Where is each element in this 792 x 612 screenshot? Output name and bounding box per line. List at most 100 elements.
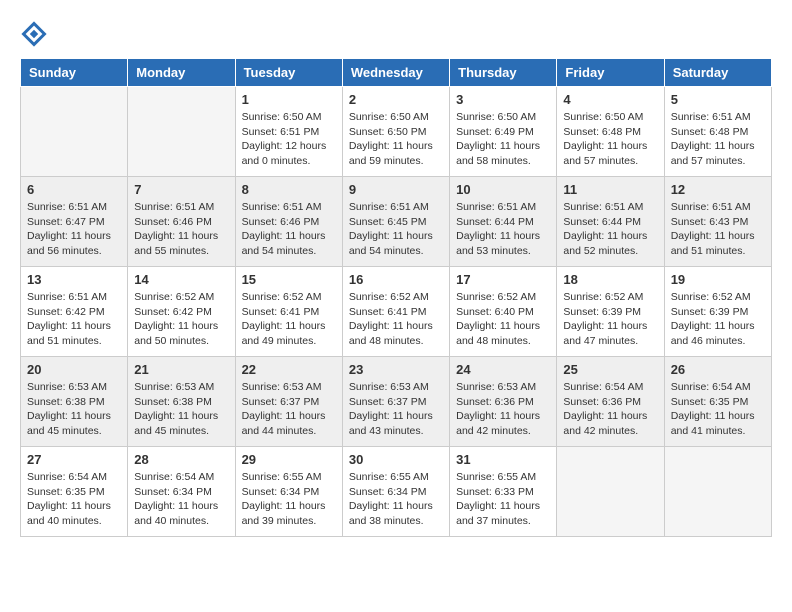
day-info: Sunrise: 6:53 AM Sunset: 6:38 PM Dayligh… <box>27 380 121 439</box>
page-header <box>20 20 772 48</box>
day-info: Sunrise: 6:52 AM Sunset: 6:39 PM Dayligh… <box>671 290 765 349</box>
calendar-day-cell: 20 Sunrise: 6:53 AM Sunset: 6:38 PM Dayli… <box>21 357 128 447</box>
day-info: Sunrise: 6:52 AM Sunset: 6:40 PM Dayligh… <box>456 290 550 349</box>
calendar-day-cell: 2 Sunrise: 6:50 AM Sunset: 6:50 PM Daylig… <box>342 87 449 177</box>
calendar-day-cell: 8 Sunrise: 6:51 AM Sunset: 6:46 PM Daylig… <box>235 177 342 267</box>
day-number: 28 <box>134 452 228 467</box>
calendar-week-row: 1Sunrise: 6:50 AM Sunset: 6:51 PM Daylig… <box>21 87 772 177</box>
calendar-day-cell: 28 Sunrise: 6:54 AM Sunset: 6:34 PM Dayli… <box>128 447 235 537</box>
day-number: 18 <box>563 272 657 287</box>
calendar-day-cell: 26 Sunrise: 6:54 AM Sunset: 6:35 PM Dayli… <box>664 357 771 447</box>
calendar-empty-cell <box>128 87 235 177</box>
day-number: 9 <box>349 182 443 197</box>
day-info: Sunrise: 6:53 AM Sunset: 6:38 PM Dayligh… <box>134 380 228 439</box>
calendar-table: SundayMondayTuesdayWednesdayThursdayFrid… <box>20 58 772 537</box>
day-number: 21 <box>134 362 228 377</box>
day-number: 3 <box>456 92 550 107</box>
day-number: 7 <box>134 182 228 197</box>
calendar-empty-cell <box>21 87 128 177</box>
calendar-day-cell: 10 Sunrise: 6:51 AM Sunset: 6:44 PM Dayli… <box>450 177 557 267</box>
day-number: 11 <box>563 182 657 197</box>
calendar-day-cell: 5 Sunrise: 6:51 AM Sunset: 6:48 PM Daylig… <box>664 87 771 177</box>
calendar-day-cell: 18 Sunrise: 6:52 AM Sunset: 6:39 PM Dayli… <box>557 267 664 357</box>
day-of-week-header: Saturday <box>664 59 771 87</box>
day-number: 6 <box>27 182 121 197</box>
logo-icon <box>20 20 48 48</box>
calendar-day-cell: 14 Sunrise: 6:52 AM Sunset: 6:42 PM Dayli… <box>128 267 235 357</box>
calendar-day-cell: 12 Sunrise: 6:51 AM Sunset: 6:43 PM Dayli… <box>664 177 771 267</box>
day-info: Sunrise: 6:51 AM Sunset: 6:48 PM Dayligh… <box>671 110 765 169</box>
day-number: 25 <box>563 362 657 377</box>
day-info: Sunrise: 6:52 AM Sunset: 6:39 PM Dayligh… <box>563 290 657 349</box>
day-of-week-header: Thursday <box>450 59 557 87</box>
day-number: 19 <box>671 272 765 287</box>
calendar-day-cell: 30 Sunrise: 6:55 AM Sunset: 6:34 PM Dayli… <box>342 447 449 537</box>
calendar-day-cell: 7 Sunrise: 6:51 AM Sunset: 6:46 PM Daylig… <box>128 177 235 267</box>
calendar-day-cell: 21 Sunrise: 6:53 AM Sunset: 6:38 PM Dayli… <box>128 357 235 447</box>
day-info: Sunrise: 6:52 AM Sunset: 6:42 PM Dayligh… <box>134 290 228 349</box>
day-of-week-header: Friday <box>557 59 664 87</box>
day-number: 12 <box>671 182 765 197</box>
day-info: Sunrise: 6:54 AM Sunset: 6:35 PM Dayligh… <box>671 380 765 439</box>
day-info: Sunrise: 6:55 AM Sunset: 6:34 PM Dayligh… <box>242 470 336 529</box>
calendar-day-cell: 9 Sunrise: 6:51 AM Sunset: 6:45 PM Daylig… <box>342 177 449 267</box>
logo <box>20 20 52 48</box>
day-number: 15 <box>242 272 336 287</box>
day-number: 8 <box>242 182 336 197</box>
calendar-day-cell: 6 Sunrise: 6:51 AM Sunset: 6:47 PM Daylig… <box>21 177 128 267</box>
day-info: Sunrise: 6:51 AM Sunset: 6:46 PM Dayligh… <box>134 200 228 259</box>
calendar-empty-cell <box>664 447 771 537</box>
calendar-day-cell: 1Sunrise: 6:50 AM Sunset: 6:51 PM Daylig… <box>235 87 342 177</box>
calendar-day-cell: 31 Sunrise: 6:55 AM Sunset: 6:33 PM Dayli… <box>450 447 557 537</box>
calendar-day-cell: 29 Sunrise: 6:55 AM Sunset: 6:34 PM Dayli… <box>235 447 342 537</box>
day-of-week-header: Tuesday <box>235 59 342 87</box>
day-number: 30 <box>349 452 443 467</box>
day-number: 2 <box>349 92 443 107</box>
day-number: 17 <box>456 272 550 287</box>
day-number: 20 <box>27 362 121 377</box>
day-info: Sunrise: 6:50 AM Sunset: 6:48 PM Dayligh… <box>563 110 657 169</box>
day-info: Sunrise: 6:52 AM Sunset: 6:41 PM Dayligh… <box>349 290 443 349</box>
day-number: 14 <box>134 272 228 287</box>
day-info: Sunrise: 6:51 AM Sunset: 6:42 PM Dayligh… <box>27 290 121 349</box>
day-number: 4 <box>563 92 657 107</box>
calendar-day-cell: 19 Sunrise: 6:52 AM Sunset: 6:39 PM Dayli… <box>664 267 771 357</box>
day-number: 5 <box>671 92 765 107</box>
calendar-day-cell: 22 Sunrise: 6:53 AM Sunset: 6:37 PM Dayli… <box>235 357 342 447</box>
day-header-row: SundayMondayTuesdayWednesdayThursdayFrid… <box>21 59 772 87</box>
calendar-day-cell: 13Sunrise: 6:51 AM Sunset: 6:42 PM Dayli… <box>21 267 128 357</box>
calendar-week-row: 13Sunrise: 6:51 AM Sunset: 6:42 PM Dayli… <box>21 267 772 357</box>
day-number: 1 <box>242 92 336 107</box>
day-number: 10 <box>456 182 550 197</box>
day-info: Sunrise: 6:52 AM Sunset: 6:41 PM Dayligh… <box>242 290 336 349</box>
day-number: 22 <box>242 362 336 377</box>
calendar-empty-cell <box>557 447 664 537</box>
day-info: Sunrise: 6:51 AM Sunset: 6:44 PM Dayligh… <box>563 200 657 259</box>
day-info: Sunrise: 6:50 AM Sunset: 6:50 PM Dayligh… <box>349 110 443 169</box>
calendar-day-cell: 16 Sunrise: 6:52 AM Sunset: 6:41 PM Dayli… <box>342 267 449 357</box>
calendar-day-cell: 24Sunrise: 6:53 AM Sunset: 6:36 PM Dayli… <box>450 357 557 447</box>
day-info: Sunrise: 6:51 AM Sunset: 6:45 PM Dayligh… <box>349 200 443 259</box>
day-info: Sunrise: 6:53 AM Sunset: 6:37 PM Dayligh… <box>349 380 443 439</box>
day-number: 23 <box>349 362 443 377</box>
day-number: 31 <box>456 452 550 467</box>
day-info: Sunrise: 6:51 AM Sunset: 6:43 PM Dayligh… <box>671 200 765 259</box>
day-info: Sunrise: 6:51 AM Sunset: 6:47 PM Dayligh… <box>27 200 121 259</box>
day-info: Sunrise: 6:51 AM Sunset: 6:46 PM Dayligh… <box>242 200 336 259</box>
day-info: Sunrise: 6:53 AM Sunset: 6:36 PM Dayligh… <box>456 380 550 439</box>
day-info: Sunrise: 6:50 AM Sunset: 6:49 PM Dayligh… <box>456 110 550 169</box>
calendar-day-cell: 23 Sunrise: 6:53 AM Sunset: 6:37 PM Dayli… <box>342 357 449 447</box>
calendar-day-cell: 27Sunrise: 6:54 AM Sunset: 6:35 PM Dayli… <box>21 447 128 537</box>
calendar-day-cell: 17 Sunrise: 6:52 AM Sunset: 6:40 PM Dayli… <box>450 267 557 357</box>
calendar-day-cell: 25Sunrise: 6:54 AM Sunset: 6:36 PM Dayli… <box>557 357 664 447</box>
day-number: 29 <box>242 452 336 467</box>
day-number: 16 <box>349 272 443 287</box>
calendar-week-row: 20 Sunrise: 6:53 AM Sunset: 6:38 PM Dayli… <box>21 357 772 447</box>
day-info: Sunrise: 6:53 AM Sunset: 6:37 PM Dayligh… <box>242 380 336 439</box>
day-info: Sunrise: 6:55 AM Sunset: 6:33 PM Dayligh… <box>456 470 550 529</box>
day-info: Sunrise: 6:54 AM Sunset: 6:34 PM Dayligh… <box>134 470 228 529</box>
day-info: Sunrise: 6:55 AM Sunset: 6:34 PM Dayligh… <box>349 470 443 529</box>
day-number: 27 <box>27 452 121 467</box>
day-number: 26 <box>671 362 765 377</box>
day-info: Sunrise: 6:51 AM Sunset: 6:44 PM Dayligh… <box>456 200 550 259</box>
